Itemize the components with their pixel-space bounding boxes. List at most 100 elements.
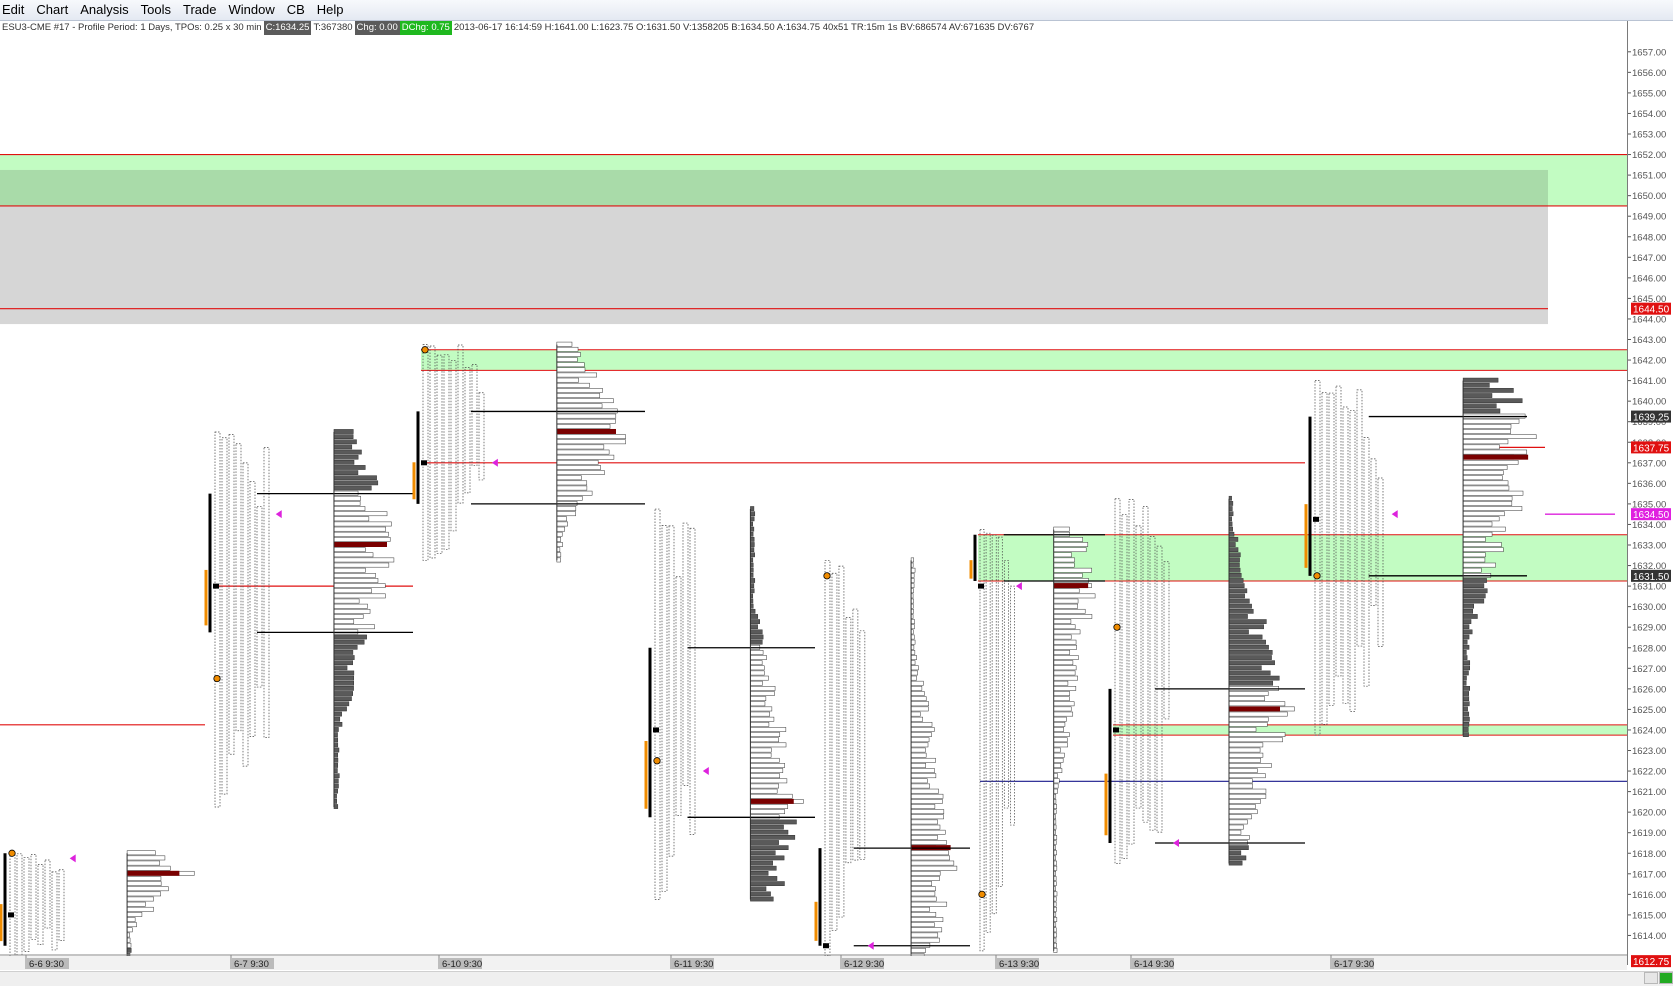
horizontal-scrollbar[interactable]: [0, 971, 1673, 986]
profile-bar-2: [556, 511, 576, 517]
y-tick-label: 1647.00: [1632, 253, 1666, 264]
profile-bar-5: [1053, 644, 1077, 650]
profile-bar-1: [333, 706, 347, 712]
profile-bar-4: [910, 701, 929, 707]
scroll-left-button[interactable]: [1644, 972, 1658, 984]
profile-bar-7: [1462, 567, 1482, 573]
profile-bar-6: [1228, 727, 1257, 732]
profile-bar-7: [1462, 727, 1469, 732]
profile-bar-4: [910, 675, 917, 681]
profile-bar-0: [126, 948, 132, 953]
profile-bar-2: [556, 352, 581, 357]
profile-bar-6: [1228, 547, 1239, 553]
profile-bar-3: [750, 793, 793, 799]
profile-bar-5: [1053, 665, 1077, 671]
profile-bar-7: [1462, 675, 1467, 681]
profile-bar-0: [126, 906, 154, 912]
profile-bar-7: [1462, 511, 1505, 517]
profile-bar-2: [556, 552, 562, 558]
profile-bar-6: [1228, 680, 1274, 686]
profile-bar-7: [1462, 696, 1470, 702]
profile-bar-3: [750, 886, 767, 892]
profile-bar-1: [333, 429, 354, 434]
profile-bar-7: [1462, 614, 1478, 619]
x-tick-label-3: 6-11 9:30: [674, 959, 713, 970]
profile-bar-7: [1462, 521, 1493, 527]
profile-bar-2: [556, 388, 603, 393]
profile-bar-4: [910, 793, 944, 799]
profile-bar-6: [1228, 583, 1245, 588]
profile-bar-1: [333, 691, 353, 696]
profile-bar-7: [1462, 578, 1487, 583]
profile-bar-4: [910, 855, 950, 861]
profile-bar-1: [333, 644, 358, 650]
profile-bar-6: [1228, 783, 1253, 789]
profile-bar-3: [750, 783, 779, 789]
profile-bar-5: [1053, 763, 1062, 768]
profile-bar-2: [556, 403, 603, 409]
profile-bar-5: [1053, 624, 1076, 630]
y-tick-label: 1648.00: [1632, 232, 1666, 243]
profile-bar-6: [1228, 557, 1240, 563]
profile-bar-6: [1228, 675, 1280, 681]
profile-bar-4: [910, 686, 923, 691]
profile-bar-4: [910, 881, 932, 886]
market-profile-chart[interactable]: 1614.00 1615.00 1616.00 1617.00 1618.00 1619.…: [0, 0, 1673, 985]
profile-bar-7: [1462, 603, 1474, 609]
profile-bar-2: [556, 439, 626, 445]
profile-bar-1: [333, 511, 388, 517]
profile-bar-4: [910, 901, 948, 907]
profile-bar-1: [333, 650, 354, 655]
y-tick-label: 1615.00: [1632, 910, 1666, 921]
ticks-value: T:367380: [313, 22, 353, 33]
profile-bar-6: [1228, 788, 1267, 794]
profile-bar-5: [1053, 721, 1066, 727]
profile-bar-3: [750, 763, 785, 768]
y-tick-label: 1619.00: [1632, 828, 1666, 839]
profile-bar-6: [1228, 670, 1271, 676]
profile-bar-4: [910, 799, 943, 804]
profile-bar-4: [910, 937, 940, 943]
profile-bar-3: [750, 840, 779, 845]
profile-bar-3: [750, 634, 764, 640]
profile-bar-3: [750, 737, 779, 743]
profile-bar-4: [910, 567, 916, 573]
profile-bar-7: [1462, 721, 1470, 727]
y-tick-label: 1621.00: [1632, 787, 1666, 798]
profile-bar-7: [1462, 629, 1473, 635]
profile-bar-5: [1053, 788, 1058, 794]
y-tick-label: 1634.00: [1632, 520, 1666, 531]
profile-bar-3: [750, 511, 756, 517]
y-tick-label: 1627.00: [1632, 664, 1666, 675]
profile-bar-3: [750, 778, 788, 784]
profile-bar-0: [126, 886, 169, 892]
profile-bar-3: [750, 547, 755, 553]
profile-bar-7: [1462, 608, 1474, 614]
profile-bar-7: [1462, 732, 1469, 737]
profile-bar-4: [910, 829, 946, 835]
y-tick-label: 1656.00: [1632, 68, 1666, 79]
profile-bar-3: [750, 665, 765, 671]
x-tick-label-6: 6-14 9:30: [1134, 959, 1174, 970]
profile-bar-7: [1462, 501, 1513, 506]
price-label-3: 1634.50: [1633, 510, 1670, 521]
scroll-right-button[interactable]: [1659, 972, 1673, 984]
close-marker-6: [1113, 727, 1119, 733]
profile-bar-2: [556, 449, 610, 455]
profile-bar-1: [333, 562, 390, 568]
open-marker-5: [978, 890, 986, 898]
close-marker-3: [653, 727, 659, 733]
profile-bar-5: [1053, 675, 1078, 681]
profile-bar-5: [1053, 691, 1070, 696]
price-label-2: 1637.75: [1633, 443, 1670, 454]
profile-bar-7: [1462, 593, 1486, 599]
profile-bar-5: [1053, 706, 1072, 712]
close-marker-7: [1313, 516, 1319, 522]
profile-bar-7: [1462, 531, 1493, 537]
profile-bar-1: [333, 567, 366, 573]
profile-bar-3: [750, 876, 778, 881]
profile-bar-4: [910, 680, 924, 686]
profile-bar-3: [750, 752, 772, 758]
y-tick-label: 1633.00: [1632, 541, 1666, 552]
profile-bar-3: [750, 757, 780, 763]
